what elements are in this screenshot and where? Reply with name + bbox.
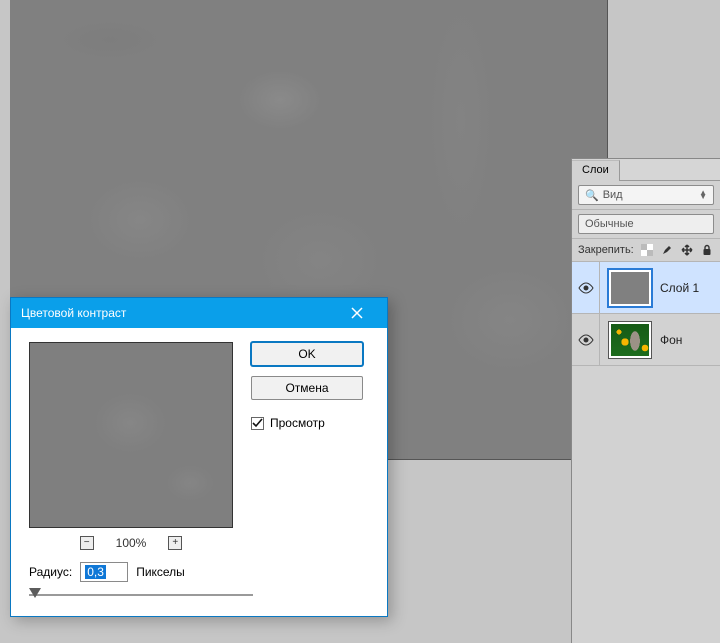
zoom-level: 100% <box>116 536 147 550</box>
close-button[interactable] <box>337 298 377 328</box>
layer-row[interactable]: Фон <box>572 314 720 366</box>
layer-name[interactable]: Слой 1 <box>660 281 699 295</box>
dialog-title: Цветовой контраст <box>21 306 126 320</box>
radius-label: Радиус: <box>29 565 72 579</box>
lock-row: Закрепить: <box>572 239 720 262</box>
eye-icon <box>578 334 594 346</box>
layer-thumbnail[interactable] <box>608 321 652 359</box>
eye-icon <box>578 282 594 294</box>
lock-brush-icon[interactable] <box>660 243 674 257</box>
layers-panel: Слои 🔍 Вид ▲▼ Обычные Закрепить: <box>571 158 720 643</box>
radius-unit: Пикселы <box>136 565 185 579</box>
filter-preview[interactable] <box>29 342 233 528</box>
slider-thumb[interactable] <box>29 588 41 598</box>
lock-label: Закрепить: <box>578 244 634 256</box>
radius-input[interactable]: 0,3 <box>80 562 128 582</box>
kind-placeholder: Вид <box>603 189 623 201</box>
blend-row: Обычные <box>572 210 720 239</box>
lock-move-icon[interactable] <box>680 243 694 257</box>
radius-slider[interactable] <box>29 588 253 602</box>
zoom-in-button[interactable]: + <box>168 536 182 550</box>
search-icon: 🔍 <box>585 189 599 202</box>
lock-transparency-icon[interactable] <box>640 243 654 257</box>
visibility-toggle[interactable] <box>572 314 600 365</box>
slider-track <box>29 594 253 596</box>
zoom-out-button[interactable]: − <box>80 536 94 550</box>
preview-label: Просмотр <box>270 416 325 430</box>
dialog-titlebar[interactable]: Цветовой контраст <box>11 298 387 328</box>
ok-button[interactable]: OK <box>251 342 363 366</box>
tab-layers[interactable]: Слои <box>572 160 620 181</box>
chevron-updown-icon: ▲▼ <box>699 191 707 199</box>
cancel-button[interactable]: Отмена <box>251 376 363 400</box>
panel-tabs: Слои <box>572 159 720 181</box>
lock-all-icon[interactable] <box>700 243 714 257</box>
layer-name[interactable]: Фон <box>660 333 682 347</box>
check-icon <box>252 418 263 429</box>
kind-row: 🔍 Вид ▲▼ <box>572 181 720 210</box>
radius-value: 0,3 <box>85 565 106 579</box>
preview-checkbox-row[interactable]: Просмотр <box>251 416 363 430</box>
preview-checkbox[interactable] <box>251 417 264 430</box>
kind-filter-select[interactable]: 🔍 Вид ▲▼ <box>578 185 714 205</box>
visibility-toggle[interactable] <box>572 262 600 313</box>
blend-mode-select[interactable]: Обычные <box>578 214 714 234</box>
blend-mode-value: Обычные <box>585 218 634 230</box>
close-icon <box>351 307 363 319</box>
layer-row[interactable]: Слой 1 <box>572 262 720 314</box>
high-pass-dialog: Цветовой контраст − 100% + OK Отмена Про… <box>10 297 388 617</box>
layer-thumbnail[interactable] <box>608 269 652 307</box>
